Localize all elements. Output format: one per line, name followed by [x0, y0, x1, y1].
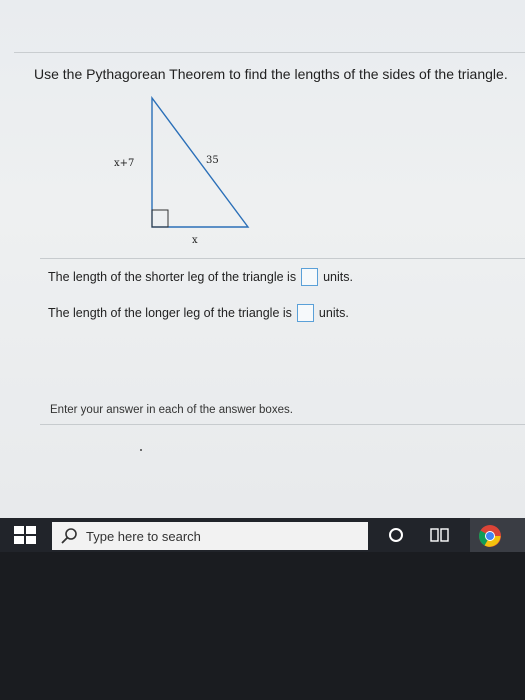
taskbar: Type here to search	[0, 518, 525, 552]
longer-leg-answer-row: The length of the longer leg of the tria…	[48, 304, 349, 322]
shorter-leg-suffix: units.	[323, 270, 353, 284]
longer-leg-prefix: The length of the longer leg of the tria…	[48, 306, 292, 320]
chrome-icon[interactable]	[478, 524, 502, 548]
shorter-leg-answer-box[interactable]	[301, 268, 319, 286]
left-leg-label: x+7	[114, 158, 134, 169]
hypotenuse-label: 35	[206, 155, 219, 166]
right-angle-marker	[151, 209, 169, 228]
question-prompt: Use the Pythagorean Theorem to find the …	[34, 66, 508, 82]
triangle-shape	[151, 95, 250, 228]
task-view-icon[interactable]	[430, 527, 450, 543]
shorter-leg-answer-row: The length of the shorter leg of the tri…	[48, 268, 353, 286]
right-triangle-figure: x+7 35 x	[114, 95, 250, 246]
instruction-text: Enter your answer in each of the answer …	[50, 404, 293, 416]
question-page: Use the Pythagorean Theorem to find the …	[0, 0, 525, 518]
cursor-dot	[140, 449, 142, 451]
search-placeholder: Type here to search	[86, 528, 201, 544]
taskbar-search-box[interactable]: Type here to search	[52, 522, 368, 550]
longer-leg-suffix: units.	[318, 306, 349, 320]
search-icon	[61, 528, 77, 544]
bottom-leg-label: x	[192, 235, 198, 246]
divider	[14, 52, 525, 53]
divider	[40, 424, 525, 425]
shorter-leg-prefix: The length of the shorter leg of the tri…	[48, 270, 297, 284]
windows-start-icon[interactable]	[14, 526, 36, 544]
divider	[40, 258, 525, 259]
cortana-icon[interactable]	[388, 527, 404, 543]
screen: Use the Pythagorean Theorem to find the …	[0, 0, 525, 700]
longer-leg-answer-box[interactable]	[296, 304, 314, 322]
